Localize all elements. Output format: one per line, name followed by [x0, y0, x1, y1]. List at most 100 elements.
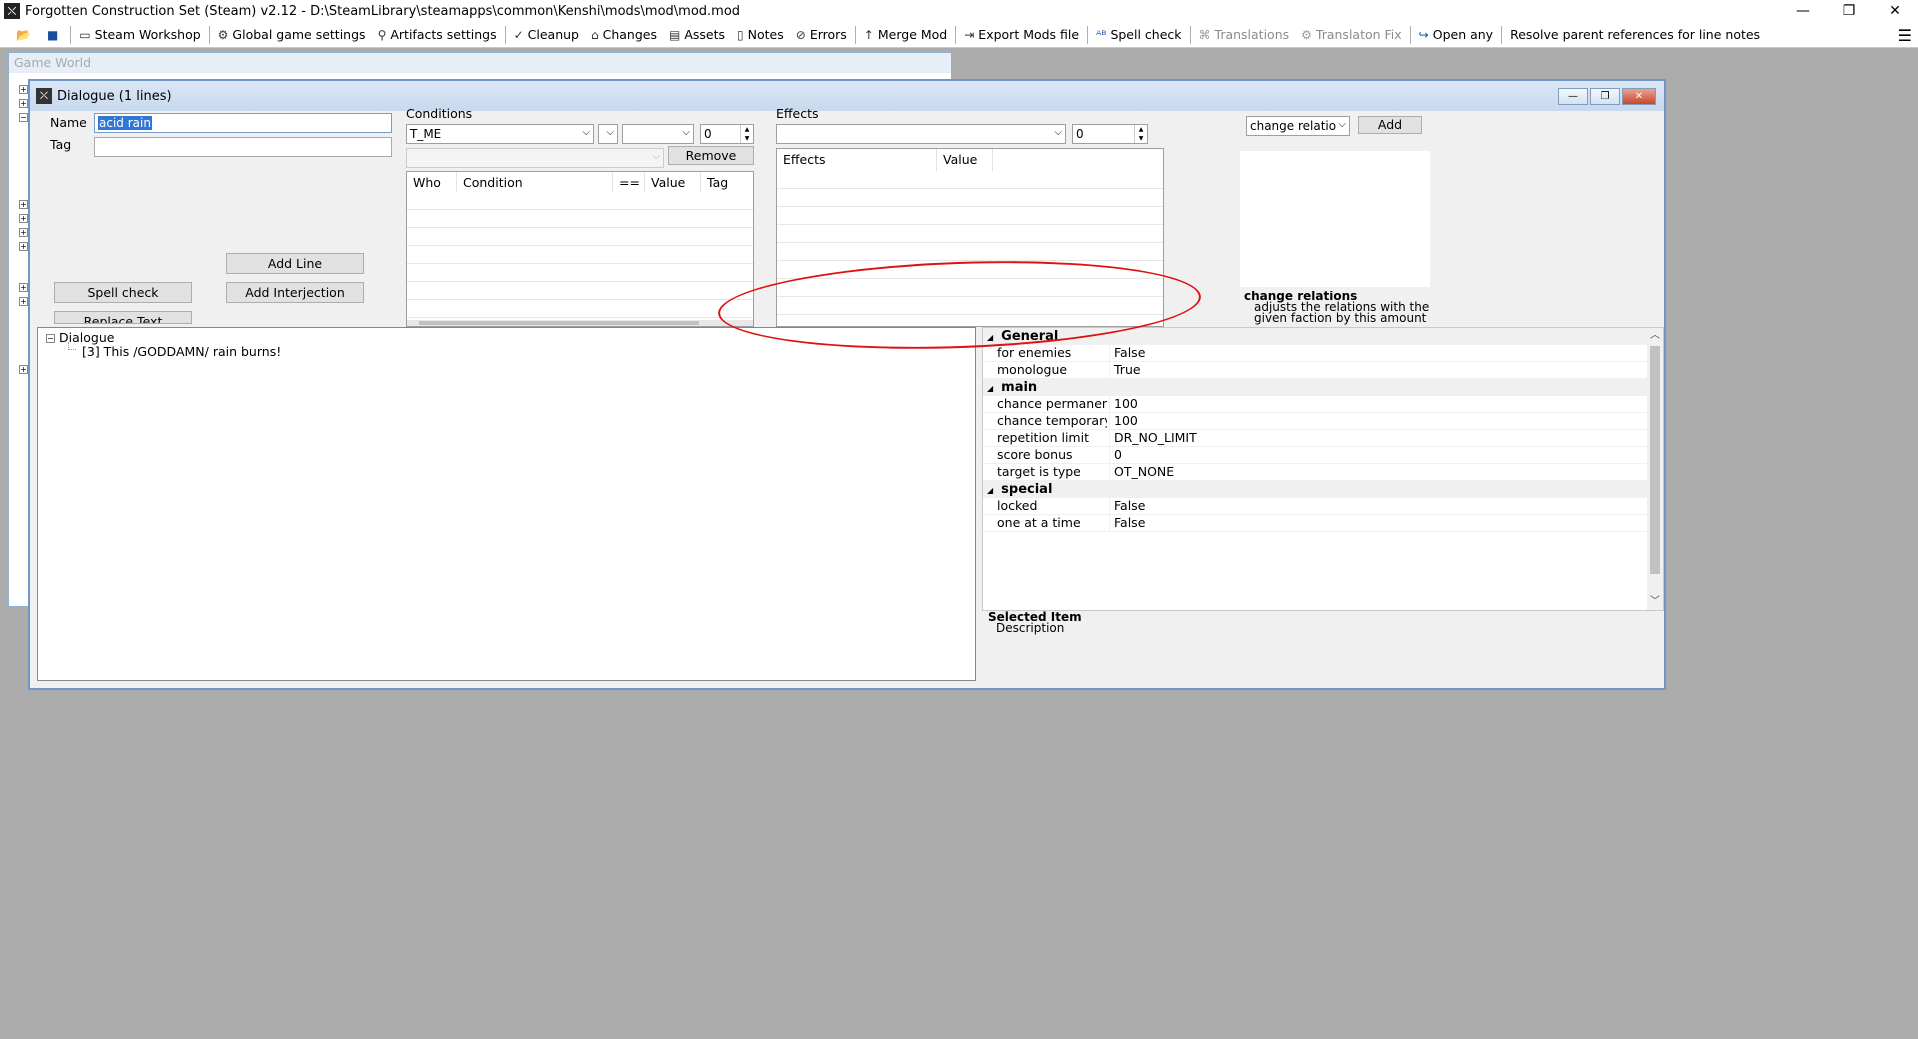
- property-row[interactable]: score bonus 0: [983, 447, 1647, 464]
- category-general[interactable]: ◢ General: [983, 328, 1647, 345]
- column-header-who[interactable]: Who: [407, 172, 457, 192]
- action-type-select[interactable]: change relatio ⌵: [1246, 116, 1350, 136]
- property-row[interactable]: monologue True: [983, 362, 1647, 379]
- tag-input[interactable]: [94, 137, 392, 157]
- conditions-table[interactable]: Who Condition == Value Tag: [406, 171, 754, 327]
- property-row[interactable]: locked False: [983, 498, 1647, 515]
- steam-workshop-button[interactable]: ▭ Steam Workshop: [73, 24, 206, 46]
- dialogue-restore-button[interactable]: ❐: [1590, 88, 1620, 105]
- property-row[interactable]: chance temporary 100: [983, 413, 1647, 430]
- tree-collapse-icon[interactable]: −: [19, 113, 28, 122]
- tree-collapse-icon[interactable]: −: [46, 334, 55, 343]
- condition-operator-select[interactable]: ⌵: [598, 124, 618, 144]
- tree-line-node[interactable]: [3] This /GODDAMN/ rain burns!: [82, 344, 281, 359]
- menu-overflow-icon[interactable]: ☰: [1898, 26, 1912, 45]
- tree-expand-icon[interactable]: +: [19, 99, 28, 108]
- stepper-arrows-icon[interactable]: ▲ ▼: [1134, 125, 1147, 143]
- add-line-button[interactable]: Add Line: [226, 253, 364, 274]
- tree-expand-icon[interactable]: +: [19, 200, 28, 209]
- open-file-button[interactable]: 📂: [10, 24, 41, 46]
- maximize-button[interactable]: ❐: [1826, 0, 1872, 22]
- global-settings-button[interactable]: ⚙ Global game settings: [212, 24, 372, 46]
- tree-root-node[interactable]: − Dialogue: [46, 330, 114, 345]
- conditions-hscrollbar[interactable]: [407, 320, 753, 326]
- dialogue-minimize-button[interactable]: —: [1558, 88, 1588, 105]
- tree-expand-icon[interactable]: +: [19, 228, 28, 237]
- scroll-thumb[interactable]: [1650, 346, 1660, 574]
- tree-expand-icon[interactable]: +: [19, 365, 28, 374]
- errors-button[interactable]: ⊘ Errors: [790, 24, 853, 46]
- effects-table[interactable]: Effects Value: [776, 148, 1164, 327]
- remove-condition-button[interactable]: Remove: [668, 146, 754, 165]
- dialogue-tree[interactable]: − Dialogue [3] This /GODDAMN/ rain burns!: [37, 327, 976, 681]
- artifacts-settings-button[interactable]: ⚲ Artifacts settings: [372, 24, 503, 46]
- minimize-button[interactable]: —: [1780, 0, 1826, 22]
- export-mods-button[interactable]: ⇥ Export Mods file: [958, 24, 1085, 46]
- close-button[interactable]: ✕: [1872, 0, 1918, 22]
- category-main[interactable]: ◢ main: [983, 379, 1647, 396]
- add-interjection-button[interactable]: Add Interjection: [226, 282, 364, 303]
- replace-text-button[interactable]: Replace Text: [54, 311, 192, 324]
- effects-rows: [777, 171, 1163, 326]
- condition-type-select[interactable]: ⌵: [406, 148, 664, 168]
- effect-type-select[interactable]: ⌵: [776, 124, 1066, 144]
- assets-button[interactable]: ▤ Assets: [663, 24, 731, 46]
- column-header-effects[interactable]: Effects: [777, 149, 937, 171]
- tree-expand-icon[interactable]: +: [19, 85, 28, 94]
- open-any-button[interactable]: ↪ Open any: [1413, 24, 1499, 46]
- name-input[interactable]: acid rain: [94, 113, 392, 133]
- scroll-up-icon[interactable]: ︿: [1647, 328, 1663, 344]
- notes-icon: ▯: [737, 27, 744, 42]
- effects-label: Effects: [776, 106, 819, 121]
- spell-check-dialog-button[interactable]: Spell check: [54, 282, 192, 303]
- property-grid-scrollbar[interactable]: ︿ ﹀: [1647, 328, 1663, 610]
- column-header-equals[interactable]: ==: [613, 172, 645, 192]
- tree-expand-icon[interactable]: +: [19, 214, 28, 223]
- effect-number-stepper[interactable]: 0 ▲ ▼: [1072, 124, 1148, 144]
- window-title: Forgotten Construction Set (Steam) v2.12…: [25, 3, 741, 19]
- scroll-down-icon[interactable]: ﹀: [1647, 594, 1663, 610]
- resolve-parent-refs-button[interactable]: Resolve parent references for line notes: [1504, 24, 1766, 46]
- property-grid[interactable]: ◢ General for enemies False monologue True …: [982, 327, 1664, 611]
- cleanup-button[interactable]: ✓ Cleanup: [508, 24, 585, 46]
- add-action-button[interactable]: Add: [1358, 116, 1422, 134]
- tree-expand-icon[interactable]: +: [19, 242, 28, 251]
- spell-check-button[interactable]: ᴬᴮ Spell check: [1090, 24, 1187, 46]
- tree-expand-icon[interactable]: +: [19, 297, 28, 306]
- condition-who-select[interactable]: T_ME ⌵: [406, 124, 594, 144]
- dialogue-close-button[interactable]: ✕: [1622, 88, 1656, 105]
- stepper-arrows-icon[interactable]: ▲ ▼: [740, 125, 753, 143]
- property-help-panel: Selected Item Description: [988, 611, 1082, 635]
- gear-icon: ⚙: [217, 27, 229, 42]
- selected-item-description: Description: [996, 621, 1065, 635]
- translations-button[interactable]: ⌘ Translations: [1193, 24, 1296, 46]
- changes-button[interactable]: ⌂ Changes: [585, 24, 663, 46]
- column-header-effect-value[interactable]: Value: [937, 149, 993, 171]
- condition-value-select[interactable]: ⌵: [622, 124, 694, 144]
- category-special[interactable]: ◢ special: [983, 481, 1647, 498]
- chevron-down-icon: ⌵: [1054, 127, 1062, 138]
- column-header-value[interactable]: Value: [645, 172, 701, 192]
- column-header-condition[interactable]: Condition: [457, 172, 613, 192]
- property-row[interactable]: for enemies False: [983, 345, 1647, 362]
- merge-mod-button[interactable]: ↑ Merge Mod: [858, 24, 953, 46]
- condition-number-stepper[interactable]: 0 ▲ ▼: [700, 124, 754, 144]
- artifact-icon: ⚲: [377, 27, 387, 42]
- conditions-rows: [407, 192, 753, 326]
- collapse-triangle-icon[interactable]: ◢: [987, 486, 993, 495]
- collapse-triangle-icon[interactable]: ◢: [987, 333, 993, 342]
- property-row[interactable]: repetition limit DR_NO_LIMIT: [983, 430, 1647, 447]
- collapse-triangle-icon[interactable]: ◢: [987, 384, 993, 393]
- toolbar-separator: [1189, 25, 1191, 44]
- dialogue-window-icon: ⛌: [36, 88, 52, 104]
- save-button[interactable]: ■: [41, 24, 68, 46]
- tree-expand-icon[interactable]: +: [19, 283, 28, 292]
- property-row[interactable]: one at a time False: [983, 515, 1647, 532]
- column-header-tag[interactable]: Tag: [701, 172, 753, 192]
- property-row[interactable]: target is type OT_NONE: [983, 464, 1647, 481]
- translation-fix-button[interactable]: ⚙ Translaton Fix: [1295, 24, 1408, 46]
- notes-button[interactable]: ▯ Notes: [731, 24, 790, 46]
- chevron-down-icon: ⌵: [582, 127, 590, 138]
- toolbar-separator: [70, 25, 72, 44]
- property-row[interactable]: chance permanent 100: [983, 396, 1647, 413]
